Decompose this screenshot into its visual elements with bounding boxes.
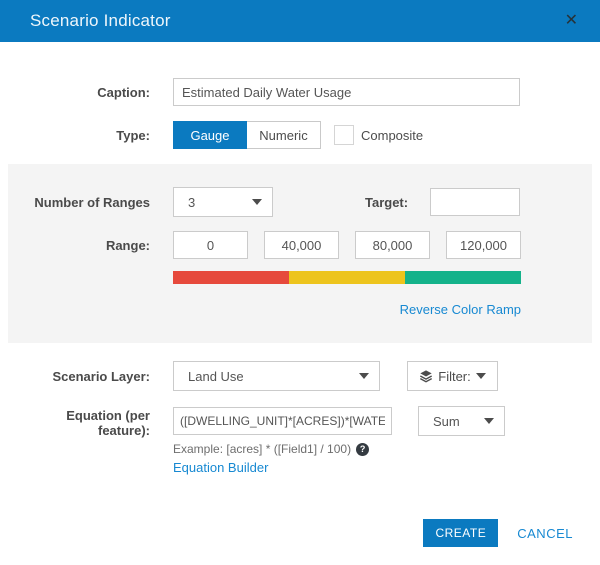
close-icon[interactable]: ✕ [561,11,582,31]
ramp-segment-yellow [289,271,405,284]
type-numeric-button[interactable]: Numeric [247,121,321,149]
range-input-1[interactable] [173,231,248,259]
equation-input[interactable] [173,407,392,435]
help-icon[interactable]: ? [356,443,369,456]
create-button[interactable]: CREATE [423,519,498,547]
color-ramp [173,271,521,284]
aggregate-value: Sum [433,414,484,429]
range-label: Range: [8,238,150,253]
chevron-down-icon [476,373,486,379]
range-input-2[interactable] [264,231,339,259]
composite-label: Composite [361,128,423,143]
equation-label: Equation (per feature): [0,406,150,438]
equation-builder-link[interactable]: Equation Builder [173,460,505,475]
dialog-footer: CREATE CANCEL [0,519,600,547]
ranges-section: Number of Ranges 3 Target: Range: [8,164,592,343]
composite-checkbox[interactable] [334,125,354,145]
reverse-color-ramp-link[interactable]: Reverse Color Ramp [400,302,521,317]
cancel-button[interactable]: CANCEL [517,526,573,541]
chevron-down-icon [359,373,369,379]
scenario-indicator-dialog: Scenario Indicator ✕ Caption: Type: Gaug… [0,0,600,565]
filter-dropdown-button[interactable]: Filter: [407,361,498,391]
number-of-ranges-label: Number of Ranges [8,195,150,210]
ramp-segment-green [405,271,521,284]
equation-example: Example: [acres] * ([Field1] / 100) ? [173,442,505,456]
type-gauge-button[interactable]: Gauge [173,121,247,149]
type-segmented-control: Gauge Numeric [173,121,321,149]
scenario-layer-label: Scenario Layer: [0,369,150,384]
number-of-ranges-select[interactable]: 3 [173,187,273,217]
layers-icon [419,369,433,383]
target-input[interactable] [430,188,520,216]
filter-label: Filter: [438,369,471,384]
dialog-header: Scenario Indicator ✕ [0,0,600,42]
target-label: Target: [365,195,408,210]
aggregate-select[interactable]: Sum [418,406,505,436]
scenario-layer-value: Land Use [188,369,359,384]
type-label: Type: [0,128,150,143]
caption-input[interactable] [173,78,520,106]
number-of-ranges-value: 3 [188,195,252,210]
dialog-title: Scenario Indicator [30,11,561,31]
chevron-down-icon [484,418,494,424]
caption-label: Caption: [0,85,150,100]
range-input-3[interactable] [355,231,430,259]
range-input-4[interactable] [446,231,521,259]
chevron-down-icon [252,199,262,205]
scenario-layer-select[interactable]: Land Use [173,361,380,391]
ramp-segment-red [173,271,289,284]
